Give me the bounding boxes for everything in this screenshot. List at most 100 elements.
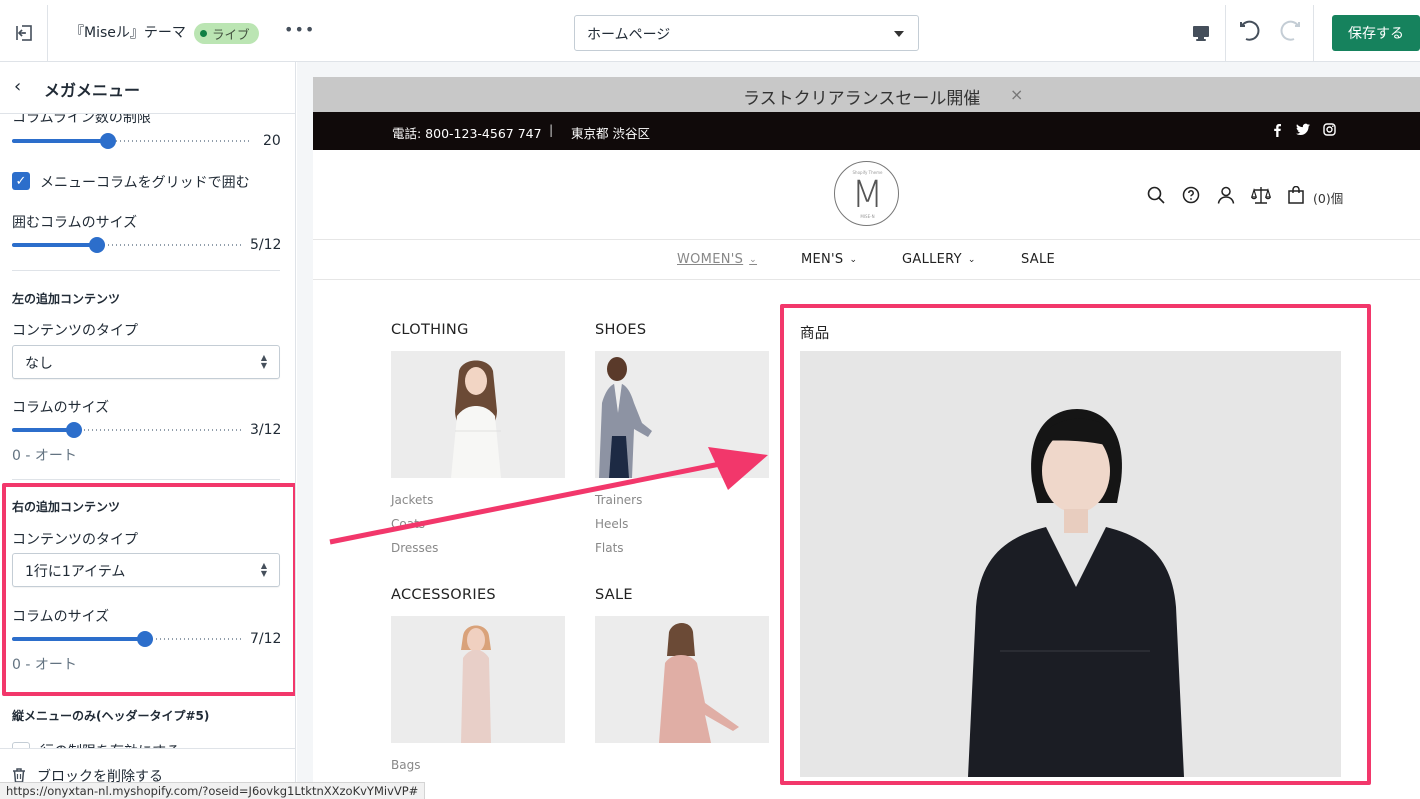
left-column-size-value: 3/12 — [250, 422, 282, 438]
desktop-icon — [1192, 26, 1209, 41]
slider-thumb[interactable] — [66, 422, 83, 438]
grid-checkbox[interactable]: ✓ — [12, 172, 30, 190]
nav-gallery-label: GALLERY — [902, 252, 962, 267]
close-icon[interactable]: × — [1010, 85, 1023, 104]
info-separator: | — [549, 122, 554, 137]
cart-count[interactable]: (0)個 — [1313, 188, 1343, 207]
divider — [12, 270, 280, 271]
nav-divider-top — [313, 239, 1420, 240]
logo-letter: M — [851, 173, 884, 216]
store-preview: ラストクリアランスセール開催 × 電話: 800-123-4567 747 | … — [313, 77, 1420, 799]
nav-mens-label: MEN'S — [801, 252, 844, 267]
facebook-icon[interactable] — [1272, 123, 1282, 137]
megamenu-shoes-title[interactable]: SHOES — [595, 322, 646, 338]
announcement-text: ラストクリアランスセール開催 — [743, 89, 981, 109]
left-note: 0 - オート — [12, 448, 77, 464]
theme-name: 『Miseル』テーマ — [70, 25, 186, 41]
link-heels[interactable]: Heels — [595, 517, 628, 531]
divider — [12, 479, 280, 480]
settings-sidebar: ‹ メガメニュー コラムライン数の制限 20 ✓ メニューコラムをグリッドで囲む… — [0, 62, 296, 799]
left-column-size-label: コラムのサイズ — [12, 400, 110, 416]
cart-icon[interactable] — [1288, 186, 1304, 204]
help-icon[interactable] — [1182, 186, 1200, 204]
live-dot — [200, 30, 207, 37]
clothing-model-image — [391, 351, 565, 478]
slider-fill — [12, 243, 98, 247]
link-flats[interactable]: Flats — [595, 541, 624, 555]
save-button[interactable]: 保存する — [1332, 15, 1420, 51]
link-dresses[interactable]: Dresses — [391, 541, 438, 555]
undo-icon[interactable] — [1238, 20, 1264, 44]
link-jackets[interactable]: Jackets — [391, 493, 433, 507]
logo-bottom-text: MISE-N — [860, 214, 875, 219]
left-content-type-select[interactable]: なし ▲ ▼ — [12, 345, 280, 379]
select-arrows-icon: ▲ ▼ — [260, 353, 267, 370]
vertical-menu-title: 縦メニューのみ(ヘッダータイプ#5) — [12, 709, 210, 723]
accessories-model-image — [391, 616, 565, 743]
grid-checkbox-label: メニューコラムをグリッドで囲む — [40, 175, 250, 191]
column-line-limit-value: 20 — [263, 133, 281, 149]
megamenu-sale-title[interactable]: SALE — [595, 587, 633, 603]
chevron-down-icon: ⌄ — [967, 255, 976, 265]
sale-image[interactable] — [595, 616, 769, 743]
caret-down-icon — [894, 31, 904, 37]
link-trainers[interactable]: Trainers — [595, 493, 642, 507]
user-icon[interactable] — [1217, 186, 1235, 204]
redo-icon[interactable] — [1276, 20, 1302, 44]
search-icon[interactable] — [1147, 186, 1165, 204]
nav-womens[interactable]: WOMEN'S ⌄ — [677, 252, 757, 267]
wrap-size-slider[interactable] — [12, 237, 242, 253]
nav-womens-label: WOMEN'S — [677, 252, 744, 267]
wrap-size-value: 5/12 — [250, 237, 282, 253]
page-select-value: ホームページ — [587, 27, 671, 43]
link-coats[interactable]: Coats — [391, 517, 425, 531]
live-badge: ライブ — [194, 23, 259, 44]
sidebar-header: ‹ メガメニュー — [0, 62, 295, 114]
location-text: 東京都 渋谷区 — [571, 126, 650, 141]
wrap-size-label: 囲むコラムのサイズ — [12, 215, 138, 231]
slider-thumb[interactable] — [100, 133, 116, 149]
sidebar-title: メガメニュー — [44, 81, 141, 100]
megamenu-clothing-title[interactable]: CLOTHING — [391, 322, 469, 338]
link-bags[interactable]: Bags — [391, 758, 420, 772]
slider-fill — [12, 428, 75, 432]
sale-model-image — [595, 616, 769, 743]
store-logo[interactable]: Shopify Theme M MISE-N — [834, 161, 899, 226]
chevron-down-icon: ⌄ — [749, 255, 758, 265]
twitter-icon[interactable] — [1296, 123, 1310, 136]
slider-thumb[interactable] — [89, 237, 106, 253]
status-bar-url: https://onyxtan-nl.myshopify.com/?oseid=… — [0, 782, 426, 799]
checkbox-icon: ✓ — [15, 173, 27, 189]
topbar-divider — [1313, 5, 1314, 61]
exit-icon — [15, 25, 32, 41]
shoes-image[interactable] — [595, 351, 769, 478]
more-icon[interactable]: ••• — [284, 20, 315, 39]
highlight-box-sidebar — [2, 483, 295, 696]
trash-icon — [13, 768, 25, 783]
left-column-size-slider[interactable] — [12, 422, 242, 438]
highlight-box-product — [780, 304, 1371, 785]
phone-text: 電話: 800-123-4567 747 — [392, 126, 542, 141]
slider-fill — [12, 139, 108, 143]
accessories-image[interactable] — [391, 616, 565, 743]
instagram-icon[interactable] — [1323, 123, 1336, 136]
nav-sale-label: SALE — [1021, 252, 1056, 267]
column-line-limit-slider[interactable] — [12, 133, 252, 149]
left-section-title: 左の追加コンテンツ — [12, 292, 121, 306]
clothing-image[interactable] — [391, 351, 565, 478]
desktop-view-button[interactable] — [1176, 5, 1226, 61]
exit-button[interactable] — [0, 5, 48, 61]
editor-topbar: 『Miseル』テーマ ライブ ••• ホームページ 保存する — [0, 0, 1420, 62]
live-badge-label: ライブ — [212, 27, 250, 42]
nav-divider-bottom — [313, 279, 1420, 280]
page-select[interactable]: ホームページ — [574, 15, 919, 51]
nav-sale[interactable]: SALE — [1021, 252, 1055, 267]
megamenu-accessories-title[interactable]: ACCESSORIES — [391, 587, 496, 603]
nav-gallery[interactable]: GALLERY ⌄ — [902, 252, 976, 267]
nav-mens[interactable]: MEN'S ⌄ — [801, 252, 857, 267]
back-chevron-icon[interactable]: ‹ — [14, 76, 21, 97]
compare-icon[interactable] — [1251, 186, 1271, 204]
shoes-model-image — [595, 351, 769, 478]
announcement-bar: ラストクリアランスセール開催 × — [313, 77, 1420, 112]
left-content-type-value: なし — [25, 356, 53, 372]
